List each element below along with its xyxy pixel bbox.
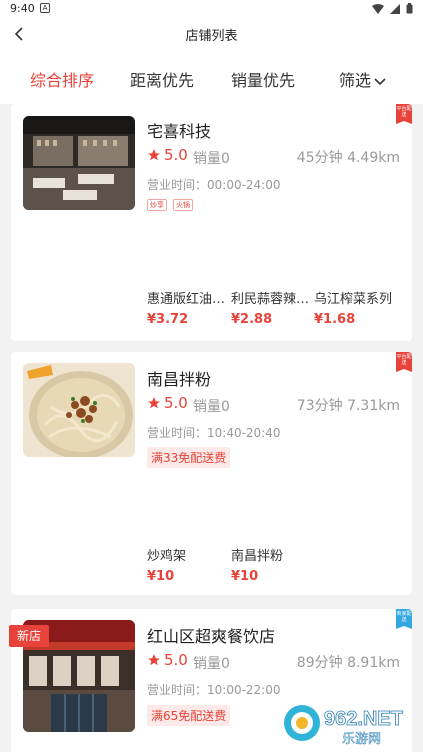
dish-name[interactable]: 惠通版红油… <box>147 288 225 307</box>
battery-icon <box>406 3 413 14</box>
dish-name[interactable]: 炒鸡架 <box>147 545 225 564</box>
delivery-badge: 平台配送 <box>396 352 412 372</box>
tab-comprehensive[interactable]: 综合排序 <box>30 67 94 91</box>
store-name: 宅喜科技 <box>147 122 212 141</box>
store-hours: 营业时间：10:40-20:40 <box>147 426 281 440</box>
nav-bar: 店铺列表 <box>0 18 423 50</box>
store-rating: 5.0 <box>147 651 188 669</box>
new-store-badge: 新店 <box>9 625 49 647</box>
wifi-icon <box>372 3 384 14</box>
store-time-distance: 73分钟 7.31km <box>297 395 400 415</box>
delivery-time: 45分钟 <box>296 150 343 166</box>
dish-name[interactable]: 利民蒜蓉辣… <box>231 288 309 307</box>
page-title: 店铺列表 <box>185 29 238 44</box>
store-sales: 销量0 <box>193 399 230 415</box>
dish-name[interactable]: 南昌拌粉 <box>231 545 309 564</box>
rating-value: 5.0 <box>164 394 188 412</box>
distance: 8.91km <box>347 655 400 671</box>
store-card[interactable]: 宅喜科技 5.0 销量0 45分钟 4.49km 营业时间：00:00-24:0… <box>11 104 412 341</box>
star-icon <box>148 397 160 409</box>
store-time-distance: 89分钟 8.91km <box>297 652 400 672</box>
distance: 7.31km <box>347 398 400 414</box>
store-tag: 火锅 <box>173 199 193 211</box>
rating-value: 5.0 <box>164 651 188 669</box>
store-time-distance: 45分钟 4.49km <box>297 147 400 167</box>
store-hours: 营业时间：10:00-22:00 <box>147 683 281 697</box>
store-name: 红山区超爽餐饮店 <box>147 627 276 646</box>
delivery-badge: 平台配送 <box>396 104 412 124</box>
dish-price: ¥3.72 <box>147 312 189 327</box>
tab-sales[interactable]: 销量优先 <box>231 67 295 91</box>
watermark-text: 962.NET <box>324 708 403 730</box>
dish-name[interactable]: 乌江榨菜系列 <box>314 288 404 307</box>
filter-label: 筛选 <box>339 71 372 90</box>
store-card[interactable]: 南昌拌粉 5.0 销量0 73分钟 7.31km 营业时间：10:40-20:4… <box>11 352 412 595</box>
watermark-logo: 962.NET 乐游网 <box>282 701 418 747</box>
store-hours: 营业时间：00:00-24:00 <box>147 178 281 192</box>
notification-icon: A <box>40 3 50 13</box>
dish-price: ¥10 <box>231 569 259 584</box>
watermark-subtext: 乐游网 <box>342 732 381 747</box>
chevron-down-icon <box>374 77 386 85</box>
store-thumbnail <box>23 116 135 210</box>
tab-filter[interactable]: 筛选 <box>339 67 387 91</box>
store-thumbnail <box>23 363 135 457</box>
store-rating: 5.0 <box>147 394 188 412</box>
star-icon <box>148 149 160 161</box>
sort-tabs: 综合排序 距离优先 销量优先 筛选 <box>0 50 423 104</box>
status-icons <box>372 3 413 14</box>
store-sales: 销量0 <box>193 151 230 167</box>
store-rating: 5.0 <box>147 146 188 164</box>
dish-price: ¥1.68 <box>314 312 356 327</box>
store-name: 南昌拌粉 <box>147 370 212 389</box>
store-tag: 炒享 <box>147 199 167 211</box>
rating-value: 5.0 <box>164 146 188 164</box>
signal-icon <box>390 3 400 14</box>
store-sales: 销量0 <box>193 656 230 672</box>
status-time: 9:40 <box>10 2 35 15</box>
delivery-time: 73分钟 <box>296 398 343 414</box>
tab-distance[interactable]: 距离优先 <box>130 67 194 91</box>
promo-badge: 满33免配送费 <box>147 447 231 468</box>
star-icon <box>148 654 160 666</box>
dish-price: ¥10 <box>147 569 175 584</box>
distance: 4.49km <box>347 150 400 166</box>
status-bar: 9:40 A <box>0 0 423 18</box>
dish-price: ¥2.88 <box>231 312 273 327</box>
promo-badge: 满65免配送费 <box>147 705 231 726</box>
delivery-badge: 商家配送 <box>396 609 412 629</box>
delivery-time: 89分钟 <box>296 655 343 671</box>
